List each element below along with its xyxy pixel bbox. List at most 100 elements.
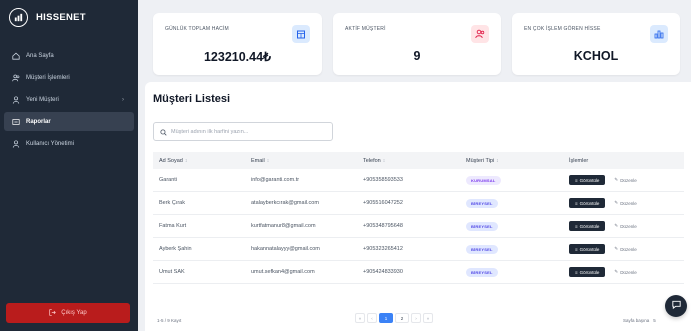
list-icon: ≡ [575,223,578,229]
per-page-value: 5 [653,318,656,323]
column-header-type[interactable]: Müşteri Tipi ↕ [466,158,569,164]
app-name: HISSENET [36,12,86,23]
customer-type-badge: KURUMSAL [466,175,501,185]
list-icon: ≡ [575,269,578,275]
cell-email: info@garanti.com.tr [251,177,300,183]
view-button[interactable]: ≡ Görüntüle [569,267,606,277]
search-box[interactable] [153,122,333,141]
sort-icon: ↕ [382,157,386,164]
cell-email: umut.sefkan4@gmail.com [251,269,315,275]
record-count: 1-5 / 9 Kayıt [157,318,182,323]
users-icon [12,74,20,82]
sidebar-item-label: Ana Sayfa [26,52,54,59]
stat-label: EN ÇOK İŞLEM GÖREN HİSSE [524,26,601,32]
edit-icon: ✎ [614,200,619,205]
chat-button[interactable] [665,295,687,317]
customer-list-panel: Müşteri Listesi Ad Soyad↕ Email↕ Telefon… [145,82,691,331]
users-icon [471,25,489,43]
view-button[interactable]: ≡ Görüntüle [569,221,606,231]
sidebar-item-label: Yeni Müşteri [26,96,59,103]
sidebar-item-home[interactable]: Ana Sayfa [4,46,134,65]
column-header-name[interactable]: Ad Soyad ↕ [153,158,251,164]
sidebar-item-user-management[interactable]: Kullanıcı Yönetimi [4,134,134,153]
stat-value: KCHOL [573,49,619,63]
logout-icon [49,308,57,318]
sort-icon: ↕ [184,157,188,164]
edit-icon: ✎ [614,223,619,228]
list-icon: ≡ [575,246,578,252]
edit-button[interactable]: ✎ Düzenle [611,175,639,185]
cell-email: kurtfatmanur8@gmail.com [251,223,316,229]
sidebar-item-label: Kullanıcı Yönetimi [26,140,74,147]
cell-name: Ayberk Şahin [159,246,192,252]
stat-value: 9 [413,49,421,63]
sidebar-item-new-customer[interactable]: Yeni Müşteri › [4,90,134,109]
sidebar: HISSENET Ana Sayfa Müşteri İşlemleri Yen… [0,0,138,331]
chevron-right-icon: › [122,96,124,103]
view-button[interactable]: ≡ Görüntüle [569,198,606,208]
sidebar-nav: Ana Sayfa Müşteri İşlemleri Yeni Müşteri… [4,46,134,156]
cell-phone: +905323265412 [363,246,403,252]
column-header-phone[interactable]: Telefon ↕ [363,158,466,164]
table-row: Umut SAK umut.sefkan4@gmail.com +9054248… [153,261,684,284]
cell-name: Umut SAK [159,269,185,275]
sidebar-item-label: Müşteri İşlemleri [26,74,70,81]
per-page-selector[interactable]: Sayfa başına 5 [623,318,656,323]
building-icon [292,25,310,43]
logo-chart-icon [9,8,28,27]
chat-icon [671,297,682,315]
edit-button[interactable]: ✎ Düzenle [611,244,639,254]
table-row: Berk Çırak atalayberkcırak@gmail.com +90… [153,192,684,215]
cell-phone: +905516047252 [363,200,403,206]
cell-email: hakannatalayyy@gmail.com [251,246,320,252]
user-icon [12,139,20,148]
stat-card-active-customers: AKTİF MÜŞTERİ 9 [333,13,501,75]
sort-icon: ↕ [266,157,270,164]
search-input[interactable] [171,128,321,135]
stat-card-top-stock: EN ÇOK İŞLEM GÖREN HİSSE KCHOL [512,13,680,75]
report-icon [12,118,20,126]
chart-bar-icon [650,25,668,43]
stat-value: 123210.44₺ [203,50,272,64]
column-header-actions: İşlemler [569,157,589,164]
sidebar-item-reports[interactable]: Raporlar [4,112,134,131]
customer-type-badge: BİREYSEL [466,198,498,208]
brand[interactable]: HISSENET [9,8,86,27]
table-row: Garanti info@garanti.com.tr +90535859353… [153,169,684,192]
first-page-button[interactable]: « [355,313,365,323]
edit-icon: ✎ [614,269,619,274]
sort-icon: ↕ [496,157,499,164]
table-row: Ayberk Şahin hakannatalayyy@gmail.com +9… [153,238,684,261]
edit-button[interactable]: ✎ Düzenle [611,198,639,208]
page-title: Müşteri Listesi [153,93,231,105]
last-page-button[interactable]: » [423,313,433,323]
table-header: Ad Soyad ↕ Email ↕ Telefon ↕ Müşteri Tipi ↕ … [153,152,684,169]
cell-name: Berk Çırak [159,200,185,206]
list-icon: ≡ [575,177,578,183]
stat-label: GÜNLÜK TOPLAM HACİM [165,26,229,32]
list-icon: ≡ [575,200,578,206]
pagination: « ‹ 1 2 › » [355,313,433,323]
home-icon [12,52,20,60]
cell-phone: +905358593533 [363,177,403,183]
column-header-email[interactable]: Email ↕ [251,158,363,164]
edit-button[interactable]: ✎ Düzenle [611,267,639,277]
customer-table: Ad Soyad ↕ Email ↕ Telefon ↕ Müşteri Tipi ↕ … [153,152,684,284]
cell-phone: +905424833930 [363,269,403,275]
page-button-2[interactable]: 2 [395,313,409,323]
next-page-button[interactable]: › [411,313,421,323]
logout-label: Çıkış Yap [61,310,87,316]
cell-name: Fatma Kurt [159,223,187,229]
prev-page-button[interactable]: ‹ [367,313,377,323]
view-button[interactable]: ≡ Görüntüle [569,175,606,185]
customer-type-badge: BİREYSEL [466,244,498,254]
customer-type-badge: BİREYSEL [466,221,498,231]
view-button[interactable]: ≡ Görüntüle [569,244,606,254]
edit-button[interactable]: ✎ Düzenle [611,221,639,231]
sidebar-item-customer-operations[interactable]: Müşteri İşlemleri [4,68,134,87]
page-button-1[interactable]: 1 [379,313,393,323]
table-row: Fatma Kurt kurtfatmanur8@gmail.com +9053… [153,215,684,238]
edit-icon: ✎ [614,246,619,251]
cell-name: Garanti [159,177,178,183]
logout-button[interactable]: Çıkış Yap [6,303,130,323]
